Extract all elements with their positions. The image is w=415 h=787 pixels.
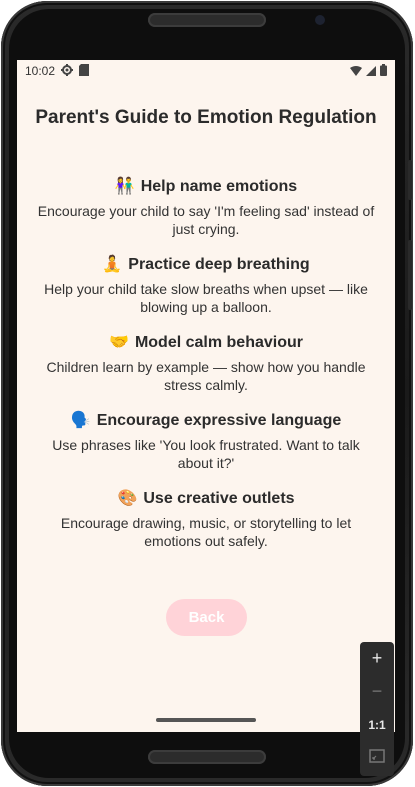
top-speaker <box>148 13 266 27</box>
couple-emoji-icon: 👫 <box>114 178 135 195</box>
tip-item-deep-breathing: 🧘 Practice deep breathing Help your chil… <box>17 254 395 332</box>
tip-heading: Model calm behaviour <box>134 334 303 351</box>
front-camera <box>315 15 325 25</box>
tip-item-expressive-language: 🗣️ Encourage expressive language Use phr… <box>17 410 395 488</box>
handshake-emoji-icon: 🤝 <box>109 334 129 351</box>
volume-button[interactable] <box>408 160 412 200</box>
zoom-in-button[interactable]: + <box>360 642 394 675</box>
tip-body: Children learn by example — show how you… <box>46 359 366 393</box>
gear-icon <box>61 64 73 79</box>
tip-item-model-calm: 🤝 Model calm behaviour Children learn by… <box>17 332 395 410</box>
tip-heading: Practice deep breathing <box>128 256 310 273</box>
tip-heading: Use creative outlets <box>143 490 295 507</box>
back-button[interactable]: Back <box>166 599 247 636</box>
tip-body: Use phrases like 'You look frustrated. W… <box>52 437 360 471</box>
tip-body: Encourage your child to say 'I'm feeling… <box>37 203 375 237</box>
status-time: 10:02 <box>25 64 56 78</box>
power-button[interactable] <box>408 240 412 310</box>
signal-icon <box>366 65 376 79</box>
bottom-speaker <box>148 750 266 764</box>
tip-body: Help your child take slow breaths when u… <box>44 281 368 315</box>
tips-list: 👫 Help name emotions Encourage your chil… <box>17 176 395 566</box>
tip-heading: Encourage expressive language <box>96 412 342 429</box>
speaking-head-emoji-icon: 🗣️ <box>70 412 91 429</box>
tip-item-help-name-emotions: 👫 Help name emotions Encourage your chil… <box>17 176 395 254</box>
status-bar: 10:02 <box>17 60 395 82</box>
battery-icon <box>380 64 387 79</box>
sd-card-icon <box>79 64 89 79</box>
wifi-icon <box>350 65 362 79</box>
tip-body: Encourage drawing, music, or storytellin… <box>60 515 352 549</box>
meditation-emoji-icon: 🧘 <box>102 256 123 273</box>
emulator-zoom-panel: + − 1:1 <box>360 642 394 776</box>
app-screen: 10:02 Parent's Guide to Emotion Regulati… <box>17 60 395 732</box>
palette-emoji-icon: 🎨 <box>117 490 138 507</box>
tip-item-creative-outlets: 🎨 Use creative outlets Encourage drawing… <box>17 488 395 566</box>
tip-heading: Help name emotions <box>140 178 298 195</box>
zoom-ratio-button[interactable]: 1:1 <box>360 708 394 741</box>
zoom-out-button[interactable]: − <box>360 675 394 708</box>
fit-screen-button[interactable] <box>360 741 394 774</box>
fit-screen-icon <box>369 747 385 768</box>
home-indicator[interactable] <box>156 718 256 722</box>
page-title: Parent's Guide to Emotion Regulation <box>35 107 377 128</box>
